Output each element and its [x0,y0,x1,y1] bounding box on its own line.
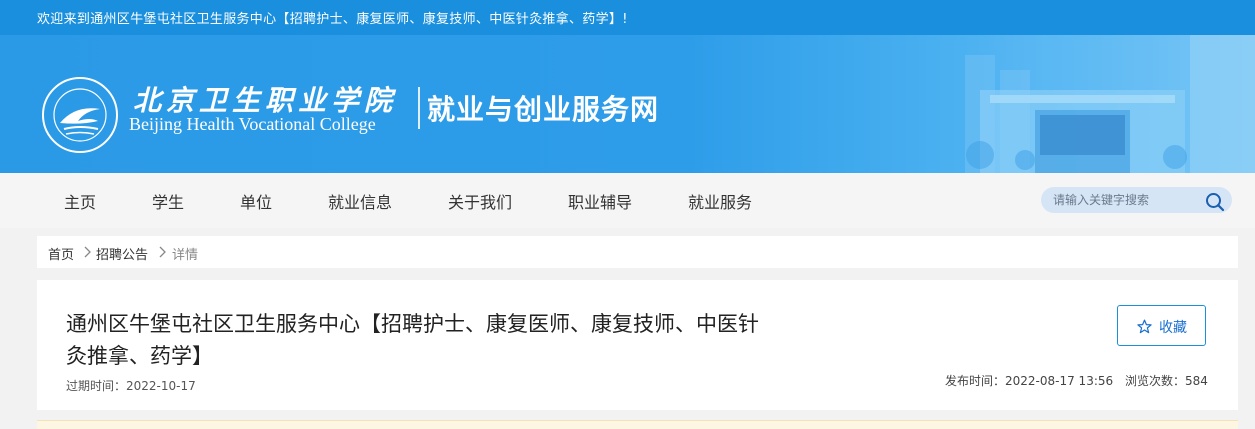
search-box [1041,187,1232,213]
nav-students[interactable]: 学生 [152,189,184,213]
content-notice-strip [37,420,1238,429]
expire-date: 过期时间：2022-10-17 [66,379,196,393]
search-input[interactable] [1053,191,1198,209]
breadcrumb-current: 详情 [172,248,199,263]
chevron-right-icon [159,246,166,258]
search-icon[interactable] [1205,192,1225,212]
logo-divider [418,87,420,129]
view-count: 浏览次数：584 [1125,374,1208,388]
chevron-right-icon [84,246,91,258]
star-outline-icon [1137,319,1152,334]
breadcrumb-recruitment[interactable]: 招聘公告 [96,244,148,263]
nav-job-info[interactable]: 就业信息 [328,189,392,213]
header-banner: 北京卫生职业学院 Beijing Health Vocational Colle… [0,35,1255,173]
publish-time: 发布时间：2022-08-17 13:56 [945,374,1114,388]
nav-about-us[interactable]: 关于我们 [448,189,512,213]
favorite-button[interactable]: 收藏 [1117,305,1206,346]
campus-building-image [920,35,1255,173]
nav-employment-services[interactable]: 就业服务 [688,189,752,213]
nav-career-guidance[interactable]: 职业辅导 [568,189,632,213]
site-name: 就业与创业服务网 [427,93,660,126]
nav-home[interactable]: 主页 [64,189,96,213]
breadcrumb: 首页 招聘公告 详情 [37,236,1238,268]
breadcrumb-home[interactable]: 首页 [48,244,74,263]
article-title: 通州区牛堡屯社区卫生服务中心【招聘护士、康复医师、康复技师、中医针灸推拿、药学】 [66,312,759,368]
college-name-en: Beijing Health Vocational College [129,114,376,134]
welcome-text: 欢迎来到通州区牛堡屯社区卫生服务中心【招聘护士、康复医师、康复技师、中医针灸推拿… [37,12,628,27]
college-name-cn: 北京卫生职业学院 [133,84,398,117]
college-emblem-logo [42,77,118,153]
top-welcome-bar: 欢迎来到通州区牛堡屯社区卫生服务中心【招聘护士、康复医师、康复技师、中医针灸推拿… [0,0,1255,35]
nav-employers[interactable]: 单位 [240,189,272,213]
favorite-label: 收藏 [1159,320,1187,336]
